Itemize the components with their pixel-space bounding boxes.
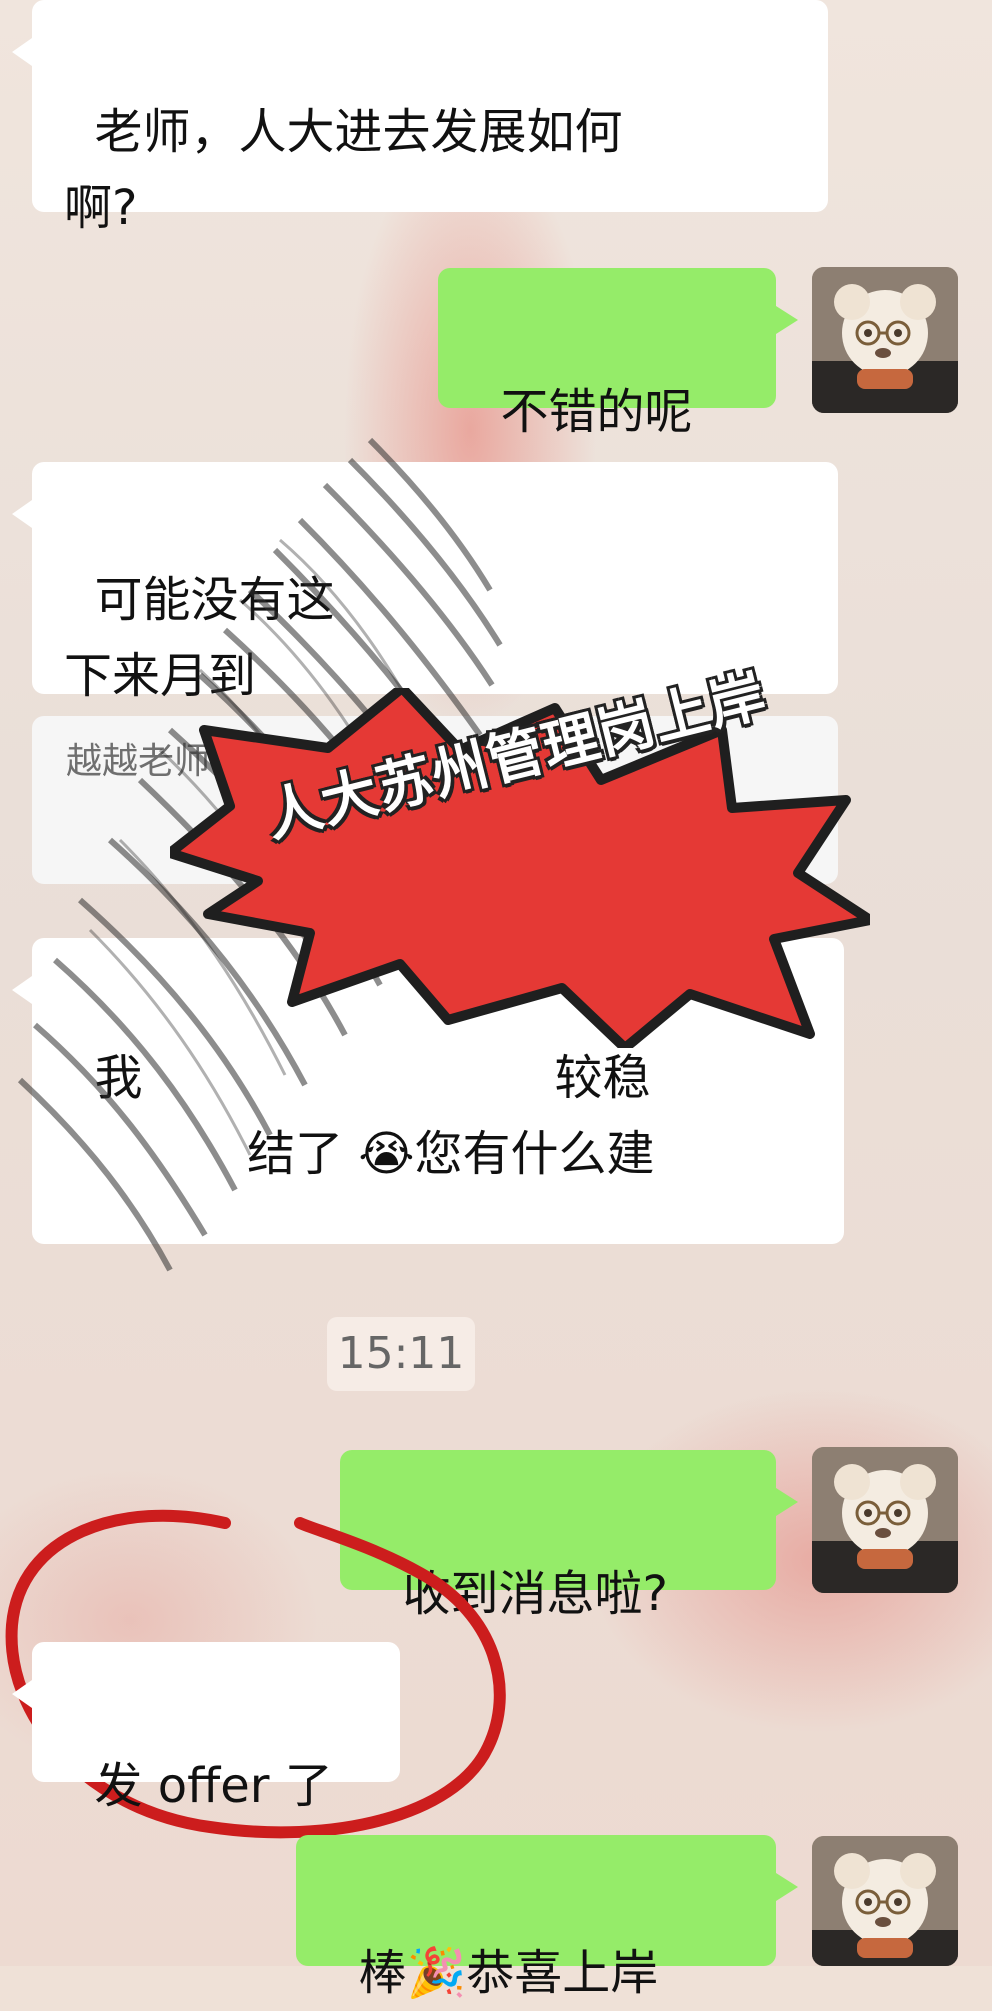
- message-bubble-me-3[interactable]: 棒🎉恭喜上岸: [296, 1835, 798, 2001]
- avatar[interactable]: [812, 1447, 958, 1593]
- message-bubble-other-1[interactable]: 老师，人大进去发展如何 啊?: [12, 0, 828, 236]
- avatar[interactable]: [812, 1836, 958, 1966]
- message-text: 不错的呢: [500, 384, 693, 440]
- avatar[interactable]: [812, 267, 958, 413]
- dog-avatar-icon: [812, 1836, 958, 1966]
- message-text: 我 较稳 结了 😭您有什么建: [94, 1050, 655, 1182]
- chat-timestamp: 15:11: [327, 1317, 475, 1391]
- message-text: 发 offer 了: [94, 1758, 333, 1814]
- message-text: 可能没有这 下来月到: [64, 572, 335, 704]
- dog-avatar-icon: [812, 1447, 958, 1593]
- message-bubble-me-1[interactable]: 不错的呢: [438, 268, 798, 440]
- dog-avatar-icon: [812, 267, 958, 413]
- message-bubble-other-2[interactable]: 可能没有这 下来月到: [12, 462, 838, 704]
- message-text: 棒🎉恭喜上岸: [358, 1945, 659, 2001]
- message-bubble-other-4[interactable]: 发 offer 了: [12, 1642, 400, 1814]
